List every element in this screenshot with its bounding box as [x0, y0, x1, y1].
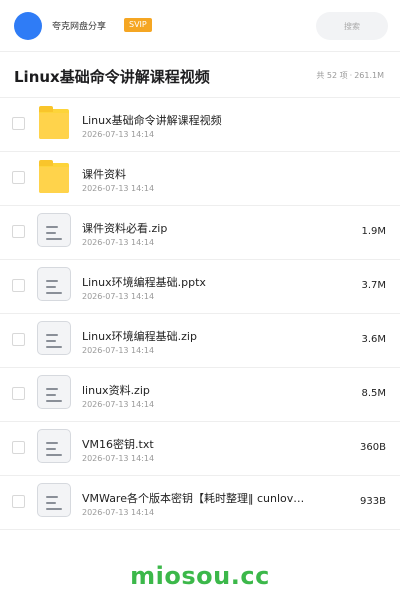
file-name[interactable]: 课件资料必看.zip — [82, 220, 167, 236]
list-item[interactable]: 课件资料必看.zip 2026-07-13 14:14 1.9M — [0, 206, 400, 260]
file-list: Linux基础命令讲解课程视频 2026-07-13 14:14 课件资料 2026-… — [0, 98, 400, 530]
svip-badge: SVIP — [124, 18, 152, 32]
folder-icon — [39, 160, 69, 193]
file-date: 2026-07-13 14:14 — [82, 184, 155, 193]
file-icon — [37, 267, 71, 301]
file-date: 2026-07-13 14:14 — [82, 508, 155, 517]
select-checkbox[interactable] — [12, 333, 25, 346]
folder-meta: 共 52 项 · 261.1M — [316, 70, 386, 81]
file-size: 3.6M — [361, 334, 386, 345]
list-item[interactable]: Linux基础命令讲解课程视频 2026-07-13 14:14 — [0, 98, 400, 152]
avatar[interactable] — [14, 12, 42, 40]
file-date: 2026-07-13 14:14 — [82, 400, 155, 409]
list-item[interactable]: Linux环境编程基础.pptx 2026-07-13 14:14 3.7M — [0, 260, 400, 314]
select-checkbox[interactable] — [12, 225, 25, 238]
file-name[interactable]: 课件资料 — [82, 166, 126, 182]
file-icon — [37, 483, 71, 517]
file-icon — [37, 429, 71, 463]
file-name[interactable]: Linux基础命令讲解课程视频 — [82, 112, 222, 128]
file-date: 2026-07-13 14:14 — [82, 346, 155, 355]
file-icon — [37, 321, 71, 355]
file-name[interactable]: linux资料.zip — [82, 382, 150, 398]
search-input[interactable] — [316, 12, 388, 40]
file-name[interactable]: Linux环境编程基础.zip — [82, 328, 197, 344]
file-name[interactable]: Linux环境编程基础.pptx — [82, 274, 206, 290]
list-item[interactable]: VMWare各个版本密钥【耗时整理‖ cunlov… 2026-07-13 14:… — [0, 476, 400, 530]
list-item[interactable]: 课件资料 2026-07-13 14:14 — [0, 152, 400, 206]
file-date: 2026-07-13 14:14 — [82, 454, 155, 463]
share-source-label: 夸克网盘分享 — [52, 22, 107, 32]
file-size: 8.5M — [361, 388, 386, 399]
file-size: 360B — [360, 442, 386, 453]
watermark-text: miosou.cc — [130, 562, 270, 590]
page-title: Linux基础命令讲解课程视频 — [14, 68, 210, 86]
select-checkbox[interactable] — [12, 171, 25, 184]
select-checkbox[interactable] — [12, 279, 25, 292]
select-checkbox[interactable] — [12, 495, 25, 508]
file-date: 2026-07-13 14:14 — [82, 238, 155, 247]
list-item[interactable]: linux资料.zip 2026-07-13 14:14 8.5M — [0, 368, 400, 422]
list-item[interactable]: Linux环境编程基础.zip 2026-07-13 14:14 3.6M — [0, 314, 400, 368]
select-checkbox[interactable] — [12, 387, 25, 400]
select-checkbox[interactable] — [12, 117, 25, 130]
item-count: 共 52 项 — [316, 71, 348, 80]
select-checkbox[interactable] — [12, 441, 25, 454]
file-date: 2026-07-13 14:14 — [82, 292, 155, 301]
file-size: 3.7M — [361, 280, 386, 291]
file-name[interactable]: VM16密钥.txt — [82, 436, 154, 452]
file-name[interactable]: VMWare各个版本密钥【耗时整理‖ cunlov… — [82, 490, 304, 506]
folder-header: Linux基础命令讲解课程视频 共 52 项 · 261.1M — [0, 52, 400, 98]
file-size: 933B — [360, 496, 386, 507]
total-size: 261.1M — [354, 71, 384, 80]
file-icon — [37, 375, 71, 409]
folder-icon — [39, 106, 69, 139]
list-item[interactable]: VM16密钥.txt 2026-07-13 14:14 360B — [0, 422, 400, 476]
file-date: 2026-07-13 14:14 — [82, 130, 155, 139]
top-bar: 夸克网盘分享 SVIP — [0, 0, 400, 52]
file-size: 1.9M — [361, 226, 386, 237]
meta-separator: · — [349, 71, 353, 80]
file-icon — [37, 213, 71, 247]
